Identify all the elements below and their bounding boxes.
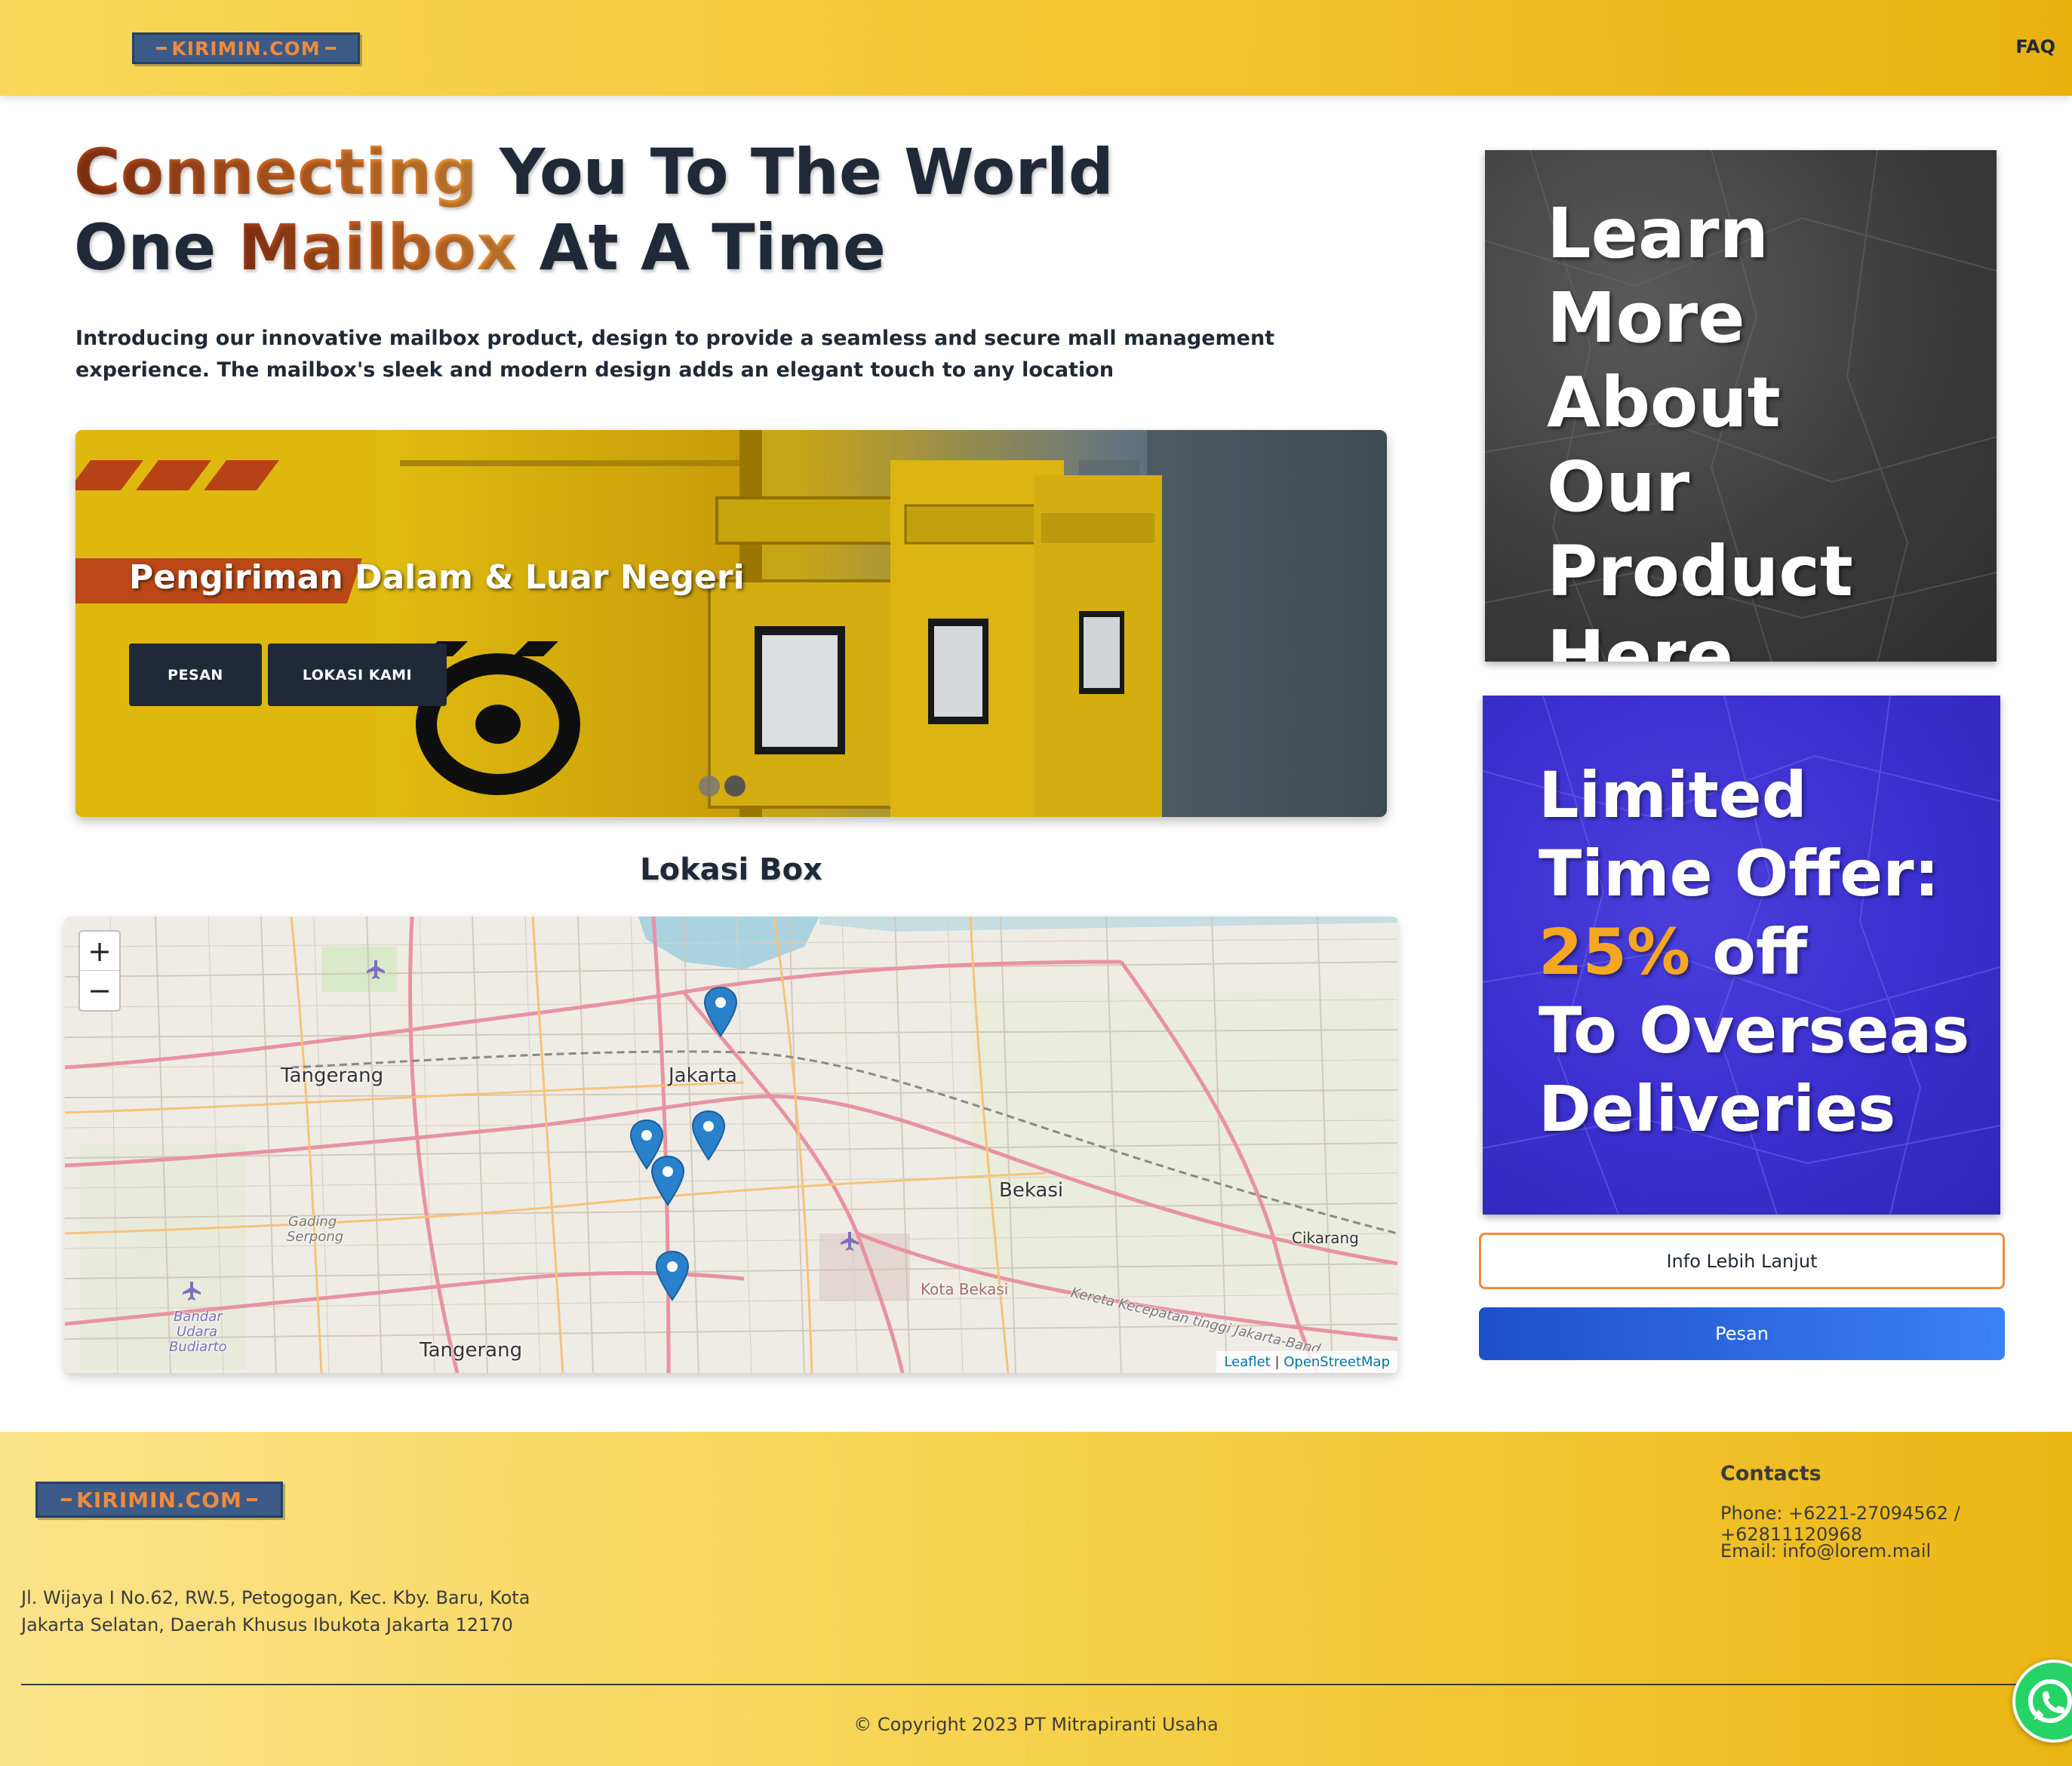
limited-offer-card[interactable]: Limited Time Offer: 25% off To Overseas … xyxy=(1483,696,2000,1215)
attribution-separator: | xyxy=(1270,1354,1284,1370)
learn-more-line-2: More About xyxy=(1547,278,1781,443)
offer-line-5: Deliveries xyxy=(1539,1072,1896,1146)
hero-title-rest-2: At A Time xyxy=(517,210,886,284)
learn-more-line-4: Product xyxy=(1547,531,1853,612)
offer-line-4: To Overseas xyxy=(1539,994,1970,1067)
learn-more-line-1: Learn xyxy=(1547,193,1769,274)
map-section-title: Lokasi Box xyxy=(640,852,822,887)
hero-title-start-2: One xyxy=(74,210,238,284)
zoom-out-button[interactable]: − xyxy=(80,971,119,1010)
order-button[interactable]: Pesan xyxy=(1479,1307,2005,1360)
logo-bar-left xyxy=(61,1498,72,1501)
carousel-dot-2[interactable] xyxy=(724,776,745,797)
map-label-airport-1: Bandar xyxy=(174,1309,223,1325)
address-line-2: Jakarta Selatan, Daerah Khusus Ibukota J… xyxy=(21,1614,513,1635)
carousel-order-button[interactable]: PESAN xyxy=(129,643,262,706)
carousel-indicators xyxy=(699,776,745,797)
hero-description: Introducing our innovative mailbox produ… xyxy=(75,327,1275,382)
footer-divider xyxy=(21,1684,2048,1685)
footer-address: Jl. Wijaya I No.62, RW.5, Petogogan, Kec… xyxy=(21,1584,530,1639)
map-attribution: Leaflet | OpenStreetMap xyxy=(1216,1351,1397,1373)
logo-bar-left xyxy=(156,47,168,50)
nav-faq-link[interactable]: FAQ xyxy=(2015,36,2055,57)
carousel-slide-image xyxy=(75,430,1387,817)
header-logo[interactable]: KIRIMIN.COM xyxy=(132,32,360,64)
learn-more-line-5: Here xyxy=(1547,616,1734,662)
offer-line-3: 25% off xyxy=(1539,913,1969,991)
learn-more-card[interactable]: Learn More About Our Product Here xyxy=(1485,150,1997,662)
leaflet-link[interactable]: Leaflet xyxy=(1224,1354,1270,1370)
footer-logo-text: KIRIMIN.COM xyxy=(76,1487,242,1513)
limited-offer-text: Limited Time Offer: 25% off To Overseas … xyxy=(1539,756,1969,1148)
map-label-serpong: Serpong xyxy=(287,1229,344,1245)
hero-title-accent-2: Mailbox xyxy=(238,210,518,284)
map-tiles xyxy=(65,917,1397,1373)
carousel-caption: Pengiriman Dalam & Luar Negeri xyxy=(129,558,745,597)
hero-title-rest-1: You To The World xyxy=(477,135,1114,209)
hero-title-accent-1: Connecting xyxy=(74,135,478,209)
map-label-tangerang-north: Tangerang xyxy=(281,1064,384,1087)
zoom-in-button[interactable]: + xyxy=(80,932,119,971)
map-label-jakarta: Jakarta xyxy=(669,1064,737,1087)
map-zoom-control: + − xyxy=(78,930,121,1012)
map-label-airport-2: Udara xyxy=(177,1324,218,1340)
learn-more-text: Learn More About Our Product Here xyxy=(1547,192,1997,662)
site-header: KIRIMIN.COM FAQ xyxy=(0,0,2072,96)
address-line-1: Jl. Wijaya I No.62, RW.5, Petogogan, Kec… xyxy=(21,1587,530,1608)
more-info-button[interactable]: Info Lebih Lanjut xyxy=(1479,1233,2005,1289)
logo-bar-right xyxy=(324,47,336,50)
hero-title-line1: Connecting You To The World xyxy=(74,134,1114,210)
logo-text: KIRIMIN.COM xyxy=(171,37,321,60)
map-marker-icon[interactable] xyxy=(703,986,738,1037)
map-marker-icon[interactable] xyxy=(650,1155,685,1206)
map-label-gading: Gading xyxy=(288,1214,337,1230)
hero-title: Connecting You To The World One Mailbox … xyxy=(74,134,1114,285)
offer-line-2: Time Offer: xyxy=(1539,837,1940,911)
hero-carousel[interactable]: Pengiriman Dalam & Luar Negeri PESAN LOK… xyxy=(75,430,1387,817)
hero-title-line2: One Mailbox At A Time xyxy=(74,210,1114,285)
map-label-kota-bekasi: Kota Bekasi xyxy=(921,1280,1009,1298)
openstreetmap-link[interactable]: OpenStreetMap xyxy=(1283,1354,1390,1370)
site-footer: KIRIMIN.COM Jl. Wijaya I No.62, RW.5, Pe… xyxy=(0,1432,2072,1766)
map-marker-icon[interactable] xyxy=(655,1250,690,1301)
map-label-bekasi: Bekasi xyxy=(999,1179,1064,1202)
logo-bar-right xyxy=(246,1498,257,1501)
copyright-text: © Copyright 2023 PT Mitrapiranti Usaha xyxy=(853,1714,1219,1735)
offer-percent: 25% xyxy=(1539,915,1691,989)
learn-more-line-3: Our xyxy=(1547,447,1690,527)
contacts-heading: Contacts xyxy=(1720,1462,1821,1485)
location-map[interactable]: Tangerang Jakarta Bekasi Cikarang Kota B… xyxy=(65,917,1397,1373)
whatsapp-icon xyxy=(2028,1679,2072,1723)
offer-line-1: Limited xyxy=(1539,758,1807,832)
contact-email: Email: info@lorem.mail xyxy=(1720,1540,1932,1562)
offer-off: off xyxy=(1690,915,1808,989)
map-label-airport-3: Budiarto xyxy=(169,1339,227,1355)
map-label-cikarang: Cikarang xyxy=(1292,1229,1359,1247)
map-marker-icon[interactable] xyxy=(691,1110,726,1161)
carousel-location-button[interactable]: LOKASI KAMI xyxy=(268,643,447,706)
contact-phone: Phone: +6221-27094562 / +62811120968 xyxy=(1720,1503,1960,1545)
footer-logo[interactable]: KIRIMIN.COM xyxy=(35,1482,283,1518)
carousel-dot-1[interactable] xyxy=(699,776,720,797)
map-label-tangerang-south: Tangerang xyxy=(420,1339,523,1362)
whatsapp-button[interactable] xyxy=(2012,1660,2072,1743)
